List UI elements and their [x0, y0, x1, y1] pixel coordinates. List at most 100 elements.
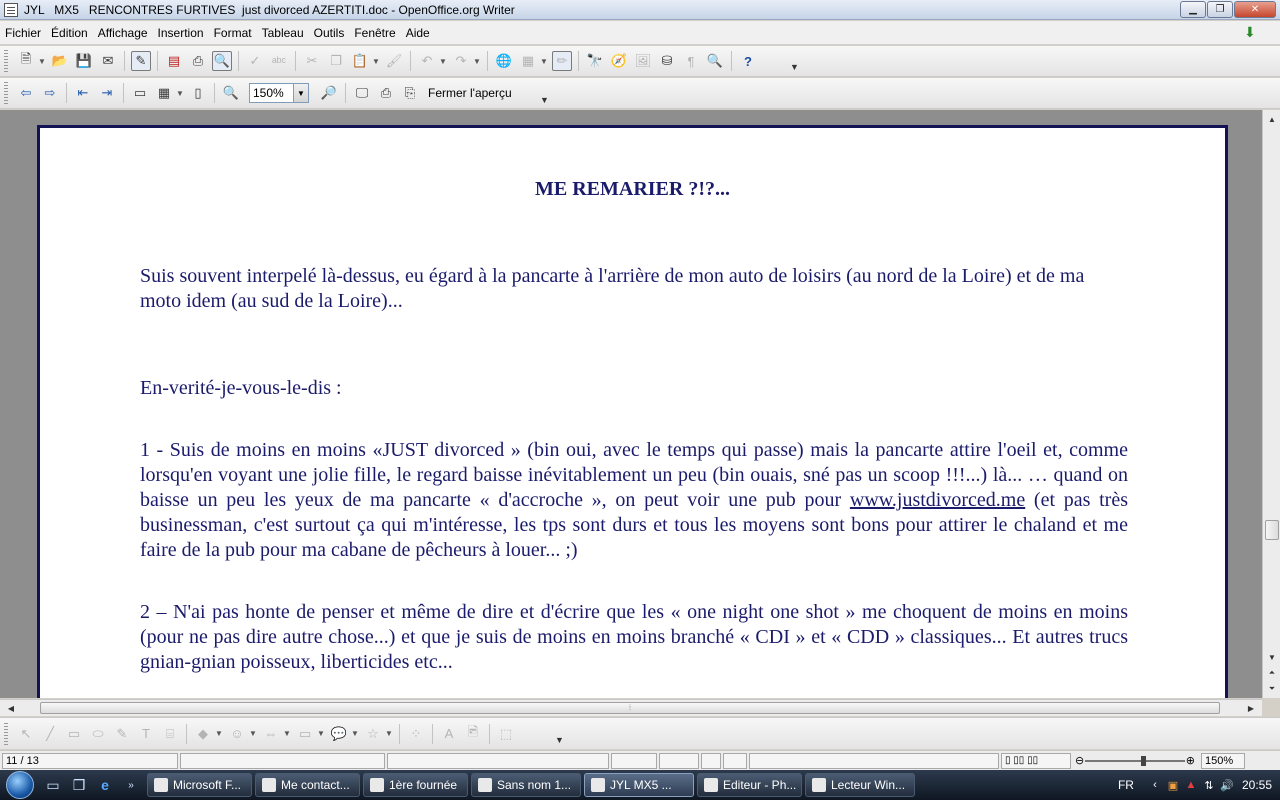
page-preview-icon[interactable]: 🔍 — [212, 51, 232, 71]
next-page-scroll-icon[interactable]: ⏷ — [1265, 682, 1279, 696]
table-icon[interactable]: ▦ — [518, 51, 538, 71]
menu-tableau[interactable]: Tableau — [257, 26, 309, 40]
menu-edition[interactable]: Édition — [46, 26, 93, 40]
tray-expand-icon[interactable]: ‹ — [1148, 778, 1162, 792]
symbol-shapes-dropdown-icon[interactable]: ▼ — [249, 729, 257, 738]
multiple-pages-icon[interactable]: ▦ — [154, 83, 174, 103]
zoom-in-icon[interactable]: 🔍 — [221, 83, 241, 103]
zoom-in-small-icon[interactable]: ⊕ — [1186, 754, 1195, 767]
vertical-scrollbar[interactable]: ▲ ▼ ⏶ ⏷ — [1262, 110, 1280, 698]
task-sans-nom[interactable]: Sans nom 1... — [471, 773, 581, 797]
callout-icon[interactable]: ⌸ — [160, 724, 180, 744]
print-options-icon[interactable]: ⎘ — [400, 83, 420, 103]
two-pages-icon[interactable]: ▭ — [130, 83, 150, 103]
selection-mode-status[interactable] — [659, 752, 699, 769]
justdivorced-link[interactable]: www.justdivorced.me — [850, 489, 1025, 511]
clock[interactable]: 20:55 — [1242, 778, 1272, 792]
horizontal-scrollbar[interactable]: ◀ ⦙ ▶ — [0, 699, 1262, 716]
callouts-dropdown-icon[interactable]: ▼ — [351, 729, 359, 738]
scroll-down-icon[interactable]: ▼ — [1265, 650, 1279, 664]
rectangle-icon[interactable]: ▭ — [64, 724, 84, 744]
menu-fichier[interactable]: Fichier — [0, 26, 46, 40]
task-editeur[interactable]: Editeur - Ph... — [697, 773, 802, 797]
update-download-icon[interactable]: ⬇ — [1244, 25, 1260, 39]
freeform-icon[interactable]: ✎ — [112, 724, 132, 744]
restore-button[interactable]: ❐ — [1207, 1, 1233, 18]
points-icon[interactable]: ⁘ — [406, 724, 426, 744]
view-layout-icon[interactable]: ▯ ▯▯ ▯▯ — [1001, 752, 1071, 769]
new-document-icon[interactable]: 🗎 — [16, 51, 36, 71]
data-sources-icon[interactable]: ⛁ — [657, 51, 677, 71]
insert-mode-status[interactable] — [611, 752, 657, 769]
previous-page-icon[interactable]: ⇦ — [16, 83, 36, 103]
redo-dropdown-icon[interactable]: ▼ — [473, 57, 481, 66]
menu-affichage[interactable]: Affichage — [93, 26, 153, 40]
show-desktop-icon[interactable]: ▭ — [42, 775, 64, 795]
zoom-out-small-icon[interactable]: ⊖ — [1075, 754, 1084, 767]
document-modified-status[interactable] — [701, 752, 721, 769]
autospellcheck-icon[interactable]: ᵃᵇᶜ — [269, 51, 289, 71]
stars-icon[interactable]: ☆ — [363, 724, 383, 744]
stars-dropdown-icon[interactable]: ▼ — [385, 729, 393, 738]
quicklaunch-more-icon[interactable]: » — [120, 775, 142, 795]
scroll-left-icon[interactable]: ◀ — [4, 701, 18, 715]
tray-antivirus-icon[interactable]: ▲ — [1184, 778, 1198, 792]
page-style-status[interactable] — [180, 752, 385, 769]
multiple-pages-dropdown-icon[interactable]: ▼ — [176, 89, 184, 98]
block-arrows-dropdown-icon[interactable]: ▼ — [283, 729, 291, 738]
digital-signature-status[interactable] — [723, 752, 747, 769]
menu-insertion[interactable]: Insertion — [153, 26, 209, 40]
horizontal-scroll-thumb[interactable]: ⦙ — [40, 702, 1220, 714]
task-premiere-fournee[interactable]: 1ère fournée — [363, 773, 468, 797]
from-file-icon[interactable]: 🖻 — [463, 724, 483, 744]
print-icon[interactable]: ⎙ — [188, 51, 208, 71]
spellcheck-icon[interactable]: ✓ — [245, 51, 265, 71]
table-dropdown-icon[interactable]: ▼ — [540, 57, 548, 66]
switch-windows-icon[interactable]: ❒ — [68, 775, 90, 795]
zoom-slider[interactable]: ⊖ ⊕ — [1075, 753, 1195, 769]
language-status[interactable] — [387, 752, 609, 769]
select-arrow-icon[interactable]: ↖ — [16, 724, 36, 744]
basic-shapes-dropdown-icon[interactable]: ▼ — [215, 729, 223, 738]
show-draw-functions-icon[interactable]: ✏ — [552, 51, 572, 71]
block-arrows-icon[interactable]: ⇔ — [261, 724, 281, 744]
toolbar-grip[interactable] — [4, 82, 8, 104]
scroll-right-icon[interactable]: ▶ — [1244, 701, 1258, 715]
line-icon[interactable]: ╱ — [40, 724, 60, 744]
task-microsoft[interactable]: Microsoft F... — [147, 773, 252, 797]
new-dropdown-icon[interactable]: ▼ — [38, 57, 46, 66]
flowchart-icon[interactable]: ▭ — [295, 724, 315, 744]
task-me-contact[interactable]: Me contact... — [255, 773, 360, 797]
ellipse-icon[interactable]: ⬭ — [88, 724, 108, 744]
tray-app-icon[interactable]: ▣ — [1166, 778, 1180, 792]
minimize-button[interactable]: ▁ — [1180, 1, 1206, 18]
chevron-down-icon[interactable]: ▼ — [293, 84, 308, 102]
previous-page-scroll-icon[interactable]: ⏶ — [1265, 666, 1279, 680]
toolbar-more-icon[interactable]: ▼ — [540, 83, 549, 105]
copy-icon[interactable]: ❐ — [326, 51, 346, 71]
fontwork-gallery-icon[interactable]: A — [439, 724, 459, 744]
clone-format-icon[interactable]: 🖌 — [384, 51, 404, 71]
vertical-scroll-thumb[interactable] — [1265, 520, 1279, 540]
task-jyl-mx5[interactable]: JYL MX5 ... — [584, 773, 694, 797]
book-preview-icon[interactable]: ▯ — [188, 83, 208, 103]
open-folder-icon[interactable]: 📂 — [50, 51, 70, 71]
zoom-select[interactable]: 150% ▼ — [249, 83, 309, 103]
close-button[interactable]: ✕ — [1234, 1, 1276, 18]
email-document-icon[interactable]: ✉ — [98, 51, 118, 71]
paste-icon[interactable]: 📋 — [350, 51, 370, 71]
task-lecteur[interactable]: Lecteur Win... — [805, 773, 915, 797]
redo-icon[interactable]: ↷ — [451, 51, 471, 71]
undo-icon[interactable]: ↶ — [417, 51, 437, 71]
toolbar-more-icon[interactable]: ▼ — [790, 50, 799, 72]
zoom-slider-handle[interactable] — [1141, 755, 1146, 766]
nonprinting-characters-icon[interactable]: ¶ — [681, 51, 701, 71]
toolbar-more-icon[interactable]: ▼ — [555, 723, 564, 745]
internet-explorer-icon[interactable]: e — [94, 775, 116, 795]
menu-aide[interactable]: Aide — [401, 26, 435, 40]
menu-fenetre[interactable]: Fenêtre — [349, 26, 400, 40]
menu-format[interactable]: Format — [209, 26, 257, 40]
document-page[interactable]: ME REMARIER ?!?... Suis souvent interpel… — [37, 125, 1228, 698]
symbol-shapes-icon[interactable]: ☺ — [227, 724, 247, 744]
print-page-view-icon[interactable]: ⎙ — [376, 83, 396, 103]
